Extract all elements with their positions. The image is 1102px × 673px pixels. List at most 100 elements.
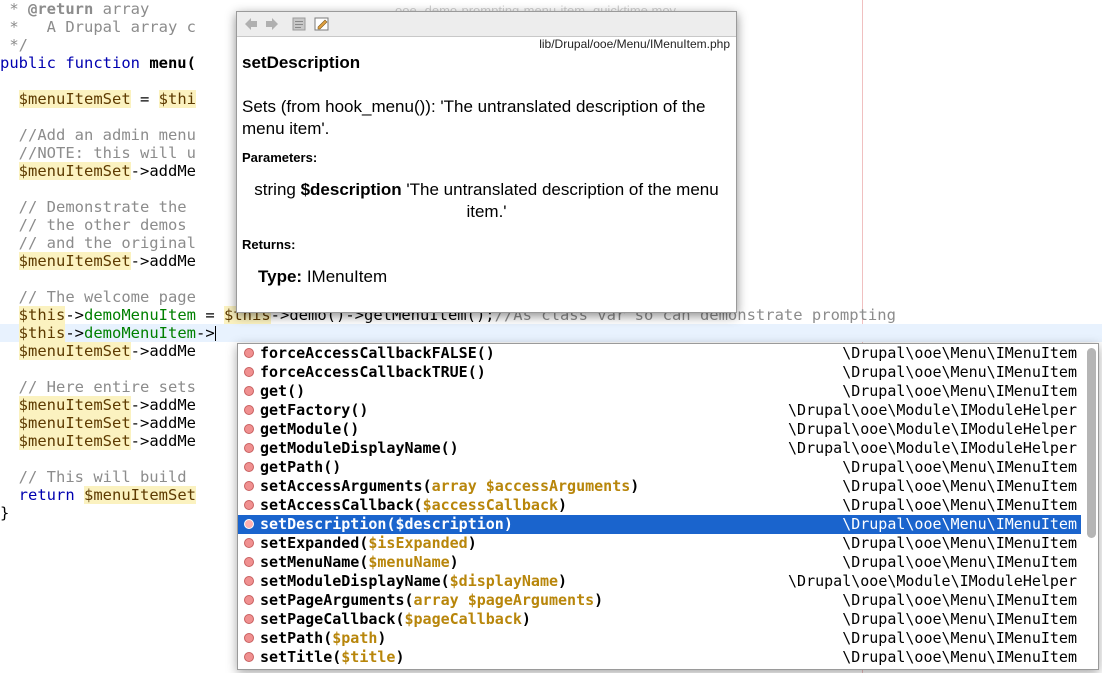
method-name: getFactory (260, 401, 351, 419)
return-type: IMenuItem (306, 267, 388, 286)
method-parens: () (323, 458, 342, 476)
code-line[interactable]: } (0, 504, 9, 522)
code-line[interactable]: $menuItemSet->addMe (0, 342, 196, 360)
code-token: // Here entire sets (0, 378, 196, 396)
code-token: // This will build (0, 468, 196, 486)
current-code-line[interactable]: $this->demoMenuItem-> (0, 324, 1102, 342)
completion-signature: getPath() (260, 458, 341, 477)
completion-signature: setPageArguments(array $pageArguments) (260, 591, 604, 609)
method-name: setModuleDisplayName (260, 572, 441, 590)
code-token: //Add an admin menu (0, 126, 196, 144)
completion-item[interactable]: setTitle($title) \Drupal\ooe\Menu\IMenuIt… (238, 648, 1081, 667)
completion-signature: setExpanded($isExpanded) (260, 534, 477, 552)
completion-item[interactable]: setMenuName($menuName) \Drupal\ooe\Menu\I… (238, 553, 1081, 572)
completion-list[interactable]: forceAccessCallbackFALSE() \Drupal\ooe\Me… (237, 343, 1099, 670)
code-line[interactable]: // This will build (0, 468, 196, 486)
code-line[interactable]: //Add an admin menu (0, 126, 196, 144)
completion-item[interactable]: getModuleDisplayName() \Drupal\ooe\Module… (238, 439, 1081, 458)
method-name: setPageArguments (260, 591, 405, 609)
method-class: \Drupal\ooe\Menu\IMenuItem (842, 648, 1077, 666)
method-name: setAccessArguments (260, 477, 423, 495)
code-line[interactable]: $menuItemSet->addMe (0, 432, 196, 450)
completion-signature: forceAccessCallbackTRUE() (260, 363, 486, 382)
code-line[interactable]: $menuItemSet->addMe (0, 414, 196, 432)
code-line[interactable]: public function menu( (0, 54, 196, 72)
doc-parameters-heading: Parameters: (242, 150, 318, 165)
code-line[interactable]: * A Drupal array c (0, 18, 196, 36)
completion-item[interactable]: setPageArguments(array $pageArguments) \D… (238, 591, 1081, 610)
code-line[interactable]: return $menuItemSet (0, 486, 196, 504)
completion-signature: getFactory() (260, 401, 368, 420)
completion-scrollbar[interactable] (1087, 348, 1096, 538)
completion-item[interactable]: setAccessCallback($accessCallback) \Drupa… (238, 496, 1081, 515)
completion-item[interactable]: getModule() \Drupal\ooe\Module\IModuleHel… (238, 420, 1081, 439)
method-icon (244, 367, 254, 377)
completion-signature: setModuleDisplayName($displayName) (260, 572, 568, 590)
doc-file-path[interactable]: lib/Drupal/ooe/Menu/IMenuItem.php (539, 37, 730, 51)
completion-item[interactable]: forceAccessCallbackFALSE() \Drupal\ooe\Me… (238, 344, 1081, 363)
completion-item[interactable]: setAccessArguments(array $accessArgument… (238, 477, 1081, 496)
completion-signature: setPath($path) (260, 629, 387, 647)
method-params: $title (341, 648, 396, 666)
code-token: -> (196, 324, 215, 342)
method-class: \Drupal\ooe\Menu\IMenuItem (842, 534, 1077, 552)
code-token: demoMenuItem (84, 324, 196, 342)
method-class: \Drupal\ooe\Menu\IMenuItem (842, 610, 1077, 628)
code-token: // the other demos (0, 216, 187, 234)
code-token: * (0, 0, 28, 18)
code-token: = (130, 90, 159, 108)
forward-arrow-icon[interactable] (264, 16, 280, 32)
code-line[interactable]: $menuItemSet = $thi (0, 90, 196, 108)
method-icon (244, 386, 254, 396)
completion-item[interactable]: setPath($path) \Drupal\ooe\Menu\IMenuItem (238, 629, 1081, 648)
method-name: getModuleDisplayName (260, 439, 441, 457)
code-token: //NOTE: this will u (0, 144, 196, 162)
method-class: \Drupal\ooe\Menu\IMenuItem (842, 591, 1077, 609)
code-line[interactable]: * @return array (0, 0, 149, 18)
code-token: $thi (158, 90, 196, 108)
completion-signature: setDescription($description) (260, 515, 513, 533)
completion-item[interactable]: get() \Drupal\ooe\Menu\IMenuItem (238, 382, 1081, 401)
code-line[interactable]: $menuItemSet->addMe (0, 162, 196, 180)
doc-method-name: setDescription (242, 53, 361, 72)
method-class: \Drupal\ooe\Module\IModuleHelper (788, 420, 1077, 438)
completion-item[interactable]: forceAccessCallbackTRUE() \Drupal\ooe\Men… (238, 363, 1081, 382)
code-token: demoMenuItem (84, 306, 196, 324)
code-token: $menuItemSet (18, 90, 131, 108)
method-params: $displayName (449, 572, 559, 590)
code-token: ->addMe (130, 414, 196, 432)
completion-item[interactable]: setModuleDisplayName($displayName) \Drupa… (238, 572, 1081, 591)
code-line[interactable]: */ (0, 36, 28, 54)
code-token: return (18, 486, 84, 504)
completion-item[interactable]: setExpanded($isExpanded) \Drupal\ooe\Menu… (238, 534, 1081, 553)
method-class: \Drupal\ooe\Menu\IMenuItem (842, 477, 1077, 495)
code-line[interactable]: $menuItemSet->addMe (0, 396, 196, 414)
method-params: $pageCallback (404, 610, 522, 628)
completion-signature: setMenuName($menuName) (260, 553, 459, 571)
method-class: \Drupal\ooe\Menu\IMenuItem (842, 629, 1077, 647)
method-params: $path (332, 629, 378, 647)
code-token: // Demonstrate the (0, 198, 196, 216)
code-line[interactable]: // and the original (0, 234, 196, 252)
edit-doc-icon[interactable] (314, 16, 330, 32)
completion-signature: setAccessArguments(array $accessArgument… (260, 477, 640, 495)
method-name: setPath (260, 629, 324, 647)
completion-item[interactable]: setPageCallback($pageCallback) \Drupal\oo… (238, 610, 1081, 629)
code-token: } (0, 504, 10, 522)
method-icon (244, 405, 254, 415)
code-line[interactable]: $menuItemSet->addMe (0, 252, 196, 270)
completion-item[interactable]: getFactory() \Drupal\ooe\Module\IModuleHe… (238, 401, 1081, 420)
completion-item[interactable]: setDescription($description) \Drupal\ooe\… (238, 515, 1081, 534)
back-arrow-icon[interactable] (243, 16, 259, 32)
code-line[interactable]: // the other demos (0, 216, 187, 234)
method-name: setDescription (260, 515, 387, 533)
open-source-icon[interactable] (291, 16, 307, 32)
code-line[interactable]: // Here entire sets (0, 378, 196, 396)
completion-item[interactable]: getPath() \Drupal\ooe\Menu\IMenuItem (238, 458, 1081, 477)
method-params: $accessCallback (422, 496, 559, 514)
